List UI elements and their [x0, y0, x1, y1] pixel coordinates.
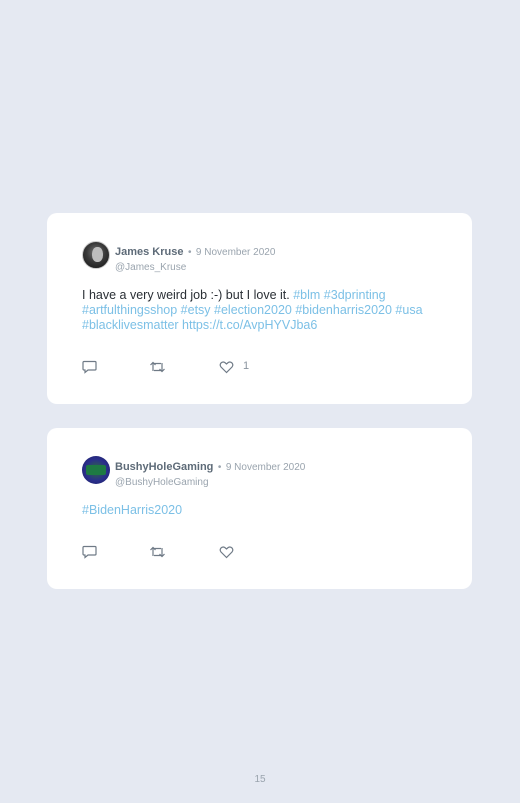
tweet-date[interactable]: 9 November 2020 — [196, 247, 276, 258]
avatar-badge — [86, 465, 106, 475]
author-name[interactable]: James Kruse — [115, 246, 184, 258]
meta-separator: • — [187, 247, 192, 258]
avatar[interactable] — [82, 241, 110, 269]
tweet-text: I have a very weird job :-) but I love i… — [82, 288, 442, 333]
retweet-button[interactable] — [149, 360, 166, 374]
like-button[interactable]: 1 — [219, 360, 249, 374]
author-name[interactable]: BushyHoleGaming — [115, 461, 213, 473]
tweet-meta: BushyHoleGaming • 9 November 2020 @Bushy… — [115, 457, 305, 488]
tweet-text-plain: I have a very weird job :-) but I love i… — [82, 288, 290, 302]
retweet-button[interactable] — [149, 545, 166, 559]
reply-icon — [82, 545, 97, 559]
author-handle[interactable]: @James_Kruse — [115, 262, 275, 273]
tweet-hashtags-links[interactable]: #BidenHarris2020 — [82, 503, 182, 517]
tweet-meta: James Kruse • 9 November 2020 @James_Kru… — [115, 242, 275, 273]
page-number: 15 — [254, 774, 266, 785]
heart-icon — [219, 546, 234, 559]
retweet-icon — [150, 546, 165, 558]
meta-separator: • — [217, 462, 222, 473]
tweet-card: BushyHoleGaming • 9 November 2020 @Bushy… — [47, 428, 472, 589]
tweet-card: James Kruse • 9 November 2020 @James_Kru… — [47, 213, 472, 404]
tweet-text: #BidenHarris2020 — [82, 503, 442, 518]
author-handle[interactable]: @BushyHoleGaming — [115, 477, 305, 488]
avatar[interactable] — [82, 456, 110, 484]
reply-icon — [82, 360, 97, 374]
reply-button[interactable] — [82, 360, 97, 374]
heart-icon — [219, 361, 234, 374]
like-count: 1 — [243, 360, 250, 372]
reply-button[interactable] — [82, 545, 97, 559]
avatar-face — [92, 247, 103, 262]
like-button[interactable] — [219, 545, 234, 559]
retweet-icon — [150, 361, 165, 373]
tweet-date[interactable]: 9 November 2020 — [226, 462, 306, 473]
